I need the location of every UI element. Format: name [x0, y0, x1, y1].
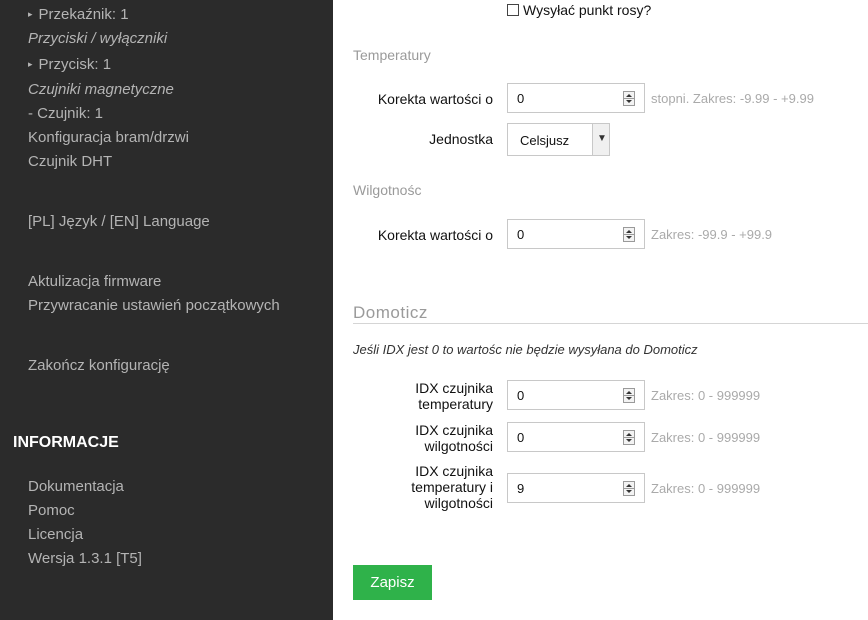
- spinner-icon[interactable]: [623, 388, 635, 403]
- sidebar-item-firmware-update[interactable]: Aktulizacja firmware: [28, 273, 161, 290]
- sidebar-item-license[interactable]: Licencja: [28, 526, 83, 543]
- arrow-down-icon[interactable]: [626, 397, 632, 400]
- dew-point-checkbox[interactable]: [507, 4, 519, 16]
- idx-temp-hint: Zakres: 0 - 999999: [651, 388, 761, 403]
- temp-correction-value: 0: [517, 91, 525, 106]
- arrow-down-icon[interactable]: [626, 236, 632, 239]
- sidebar-item-help[interactable]: Pomoc: [28, 502, 75, 519]
- divider: [353, 323, 868, 324]
- sidebar-item-documentation[interactable]: Dokumentacja: [28, 478, 124, 495]
- idx-hum-hint: Zakres: 0 - 999999: [651, 430, 761, 445]
- dew-point-label: Wysyłać punkt rosy?: [523, 2, 652, 18]
- hum-correction-value: 0: [517, 227, 525, 242]
- idx-hum-value: 0: [517, 430, 525, 445]
- sidebar-subheading-magnetic-sensors: Czujniki magnetyczne: [28, 81, 174, 98]
- dropdown-arrow[interactable]: ▼: [592, 124, 609, 155]
- spinner-icon[interactable]: [623, 227, 635, 242]
- spinner-divider: [624, 234, 634, 235]
- sidebar-item-factory-reset[interactable]: Przywracanie ustawień początkowych: [28, 297, 280, 314]
- idx-temp-input[interactable]: 0: [507, 380, 645, 410]
- spinner-icon[interactable]: [623, 430, 635, 445]
- idx-both-label-line: IDX czujnika: [415, 463, 493, 479]
- spinner-divider: [624, 395, 634, 396]
- caret-right-icon: ▸: [28, 59, 33, 69]
- domoticz-title: Domoticz: [353, 303, 428, 322]
- idx-temp-value: 0: [517, 388, 525, 403]
- idx-hum-label-line: IDX czujnika: [415, 422, 493, 438]
- arrow-up-icon[interactable]: [626, 433, 632, 436]
- sidebar-item-gate-config[interactable]: Konfiguracja bram/drzwi: [28, 129, 189, 146]
- spinner-icon[interactable]: [623, 481, 635, 496]
- idx-hum-input[interactable]: 0: [507, 422, 645, 452]
- unit-label: Jednostka: [429, 131, 493, 147]
- idx-temp-label-line: temperatury: [418, 396, 493, 412]
- arrow-up-icon[interactable]: [626, 391, 632, 394]
- sidebar-item-button-1[interactable]: ▸ Przycisk: 1: [28, 56, 111, 73]
- section-temperature: Temperatury: [353, 47, 431, 63]
- hum-correction-input[interactable]: 0: [507, 219, 645, 249]
- sidebar-subheading-buttons: Przyciski / wyłączniki: [28, 30, 168, 47]
- idx-both-hint: Zakres: 0 - 999999: [651, 481, 761, 496]
- sidebar-item-version: Wersja 1.3.1 [T5]: [28, 550, 142, 567]
- arrow-up-icon[interactable]: [626, 94, 632, 97]
- spinner-divider: [624, 98, 634, 99]
- sidebar-heading-info: INFORMACJE: [13, 434, 119, 451]
- unit-select[interactable]: Celsjusz ▼: [507, 123, 610, 156]
- unit-select-value: Celsjusz: [520, 133, 570, 148]
- sidebar: ▸ Przekaźnik: 1 Przyciski / wyłączniki ▸ P…: [0, 0, 333, 620]
- arrow-up-icon[interactable]: [626, 484, 632, 487]
- spinner-icon[interactable]: [623, 91, 635, 106]
- sidebar-item-sensor-1[interactable]: - Czujnik: 1: [28, 105, 103, 122]
- domoticz-note: Jeśli IDX jest 0 to wartośc nie będzie w…: [353, 342, 698, 357]
- idx-both-label-line: temperatury i: [411, 479, 493, 495]
- spinner-divider: [624, 488, 634, 489]
- sidebar-item-relay-1[interactable]: ▸ Przekaźnik: 1: [28, 6, 129, 23]
- sidebar-item-language[interactable]: [PL] Język / [EN] Language: [28, 213, 210, 230]
- chevron-down-icon: ▼: [597, 133, 607, 144]
- idx-temp-label-line: IDX czujnika: [415, 380, 493, 396]
- sidebar-item-label: Przekaźnik: 1: [38, 6, 129, 23]
- temp-correction-input[interactable]: 0: [507, 83, 645, 113]
- idx-hum-label-line: wilgotności: [424, 438, 493, 454]
- hum-correction-label: Korekta wartości o: [377, 227, 493, 243]
- hum-correction-hint: Zakres: -99.9 - +99.9: [651, 227, 773, 242]
- main-content: Wysyłać punkt rosy? Temperatury Korekta …: [333, 0, 868, 620]
- idx-temp-label: IDX czujnika temperatury: [353, 380, 493, 412]
- arrow-down-icon[interactable]: [626, 490, 632, 493]
- caret-right-icon: ▸: [28, 9, 33, 19]
- idx-both-input[interactable]: 9: [507, 473, 645, 503]
- idx-both-label: IDX czujnika temperatury i wilgotności: [353, 463, 493, 511]
- sidebar-item-dht-sensor[interactable]: Czujnik DHT: [28, 153, 112, 170]
- arrow-down-icon[interactable]: [626, 100, 632, 103]
- idx-hum-label: IDX czujnika wilgotności: [353, 422, 493, 454]
- sidebar-item-label: Przycisk: 1: [38, 56, 112, 73]
- sidebar-item-finish-config[interactable]: Zakończ konfigurację: [28, 357, 170, 374]
- temp-correction-label: Korekta wartości o: [377, 91, 493, 107]
- idx-both-label-line: wilgotności: [424, 495, 493, 511]
- save-button[interactable]: Zapisz: [353, 565, 432, 600]
- temp-correction-hint: stopni. Zakres: -9.99 - +9.99: [651, 91, 814, 106]
- spinner-divider: [624, 437, 634, 438]
- arrow-up-icon[interactable]: [626, 230, 632, 233]
- section-humidity: Wilgotnośc: [353, 182, 422, 198]
- arrow-down-icon[interactable]: [626, 439, 632, 442]
- idx-both-value: 9: [517, 481, 525, 496]
